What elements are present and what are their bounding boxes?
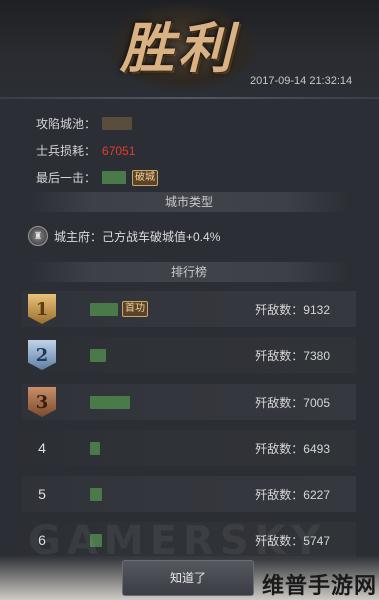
victory-banner: 胜利 2017-09-14 21:32:14 — [0, 0, 379, 98]
player-name-redacted — [90, 441, 230, 455]
kill-count: 歼敌数：6227 — [255, 487, 330, 502]
ranking-header: 排行榜 — [28, 262, 350, 282]
city-break-tag: 破城 — [132, 169, 159, 186]
player-name-redacted — [90, 348, 230, 362]
player-name-redacted: 首功 — [90, 301, 230, 317]
ranking-row: 3 歼敌数：7005 — [22, 384, 356, 420]
kill-count: 歼敌数：7005 — [255, 395, 330, 410]
city-type-row: ♜ 城主府：己方战车破城值+0.4% — [28, 226, 220, 246]
ranking-row: 1 首功 歼敌数：9132 — [22, 291, 356, 327]
silver-medal-icon: 2 — [28, 340, 56, 370]
kill-count: 歼敌数：9132 — [255, 302, 330, 317]
castle-icon: ♜ — [28, 226, 48, 246]
kill-count: 歼敌数：6493 — [255, 441, 330, 456]
kill-count: 歼敌数：7380 — [255, 348, 330, 363]
ranking-row: 2 歼敌数：7380 — [22, 337, 356, 373]
captured-city-row: 攻陷城池： — [36, 115, 133, 132]
soldier-loss-row: 士兵损耗： 67051 — [36, 142, 135, 159]
city-type-header: 城市类型 — [28, 192, 350, 212]
last-hit-row: 最后一击： 破城 — [36, 169, 159, 186]
first-merit-tag: 首功 — [122, 301, 148, 317]
victory-title: 胜利 — [120, 16, 236, 80]
gold-medal-icon: 1 — [28, 294, 56, 324]
battle-timestamp: 2017-09-14 21:32:14 — [250, 75, 353, 87]
last-hit-label: 最后一击： — [36, 171, 97, 185]
captured-city-value-redacted — [102, 117, 133, 130]
banner-divider — [0, 97, 379, 99]
ranking-row: 5 歼敌数：6227 — [22, 476, 356, 512]
site-brand-logo: 维普手游网 — [262, 574, 378, 599]
confirm-button[interactable]: 知道了 — [122, 560, 254, 596]
captured-city-label: 攻陷城池： — [36, 117, 97, 131]
player-name-redacted — [90, 395, 230, 409]
rank-number: 5 — [38, 486, 46, 502]
soldier-loss-value: 67051 — [102, 143, 136, 158]
city-type-text: 城主府：己方战车破城值+0.4% — [54, 229, 221, 244]
player-name-redacted — [90, 487, 230, 501]
ranking-row: 4 歼敌数：6493 — [22, 430, 356, 466]
last-hit-player-redacted — [102, 171, 127, 184]
rank-number: 4 — [38, 440, 46, 456]
bronze-medal-icon: 3 — [28, 387, 56, 417]
soldier-loss-label: 士兵损耗： — [36, 144, 97, 158]
